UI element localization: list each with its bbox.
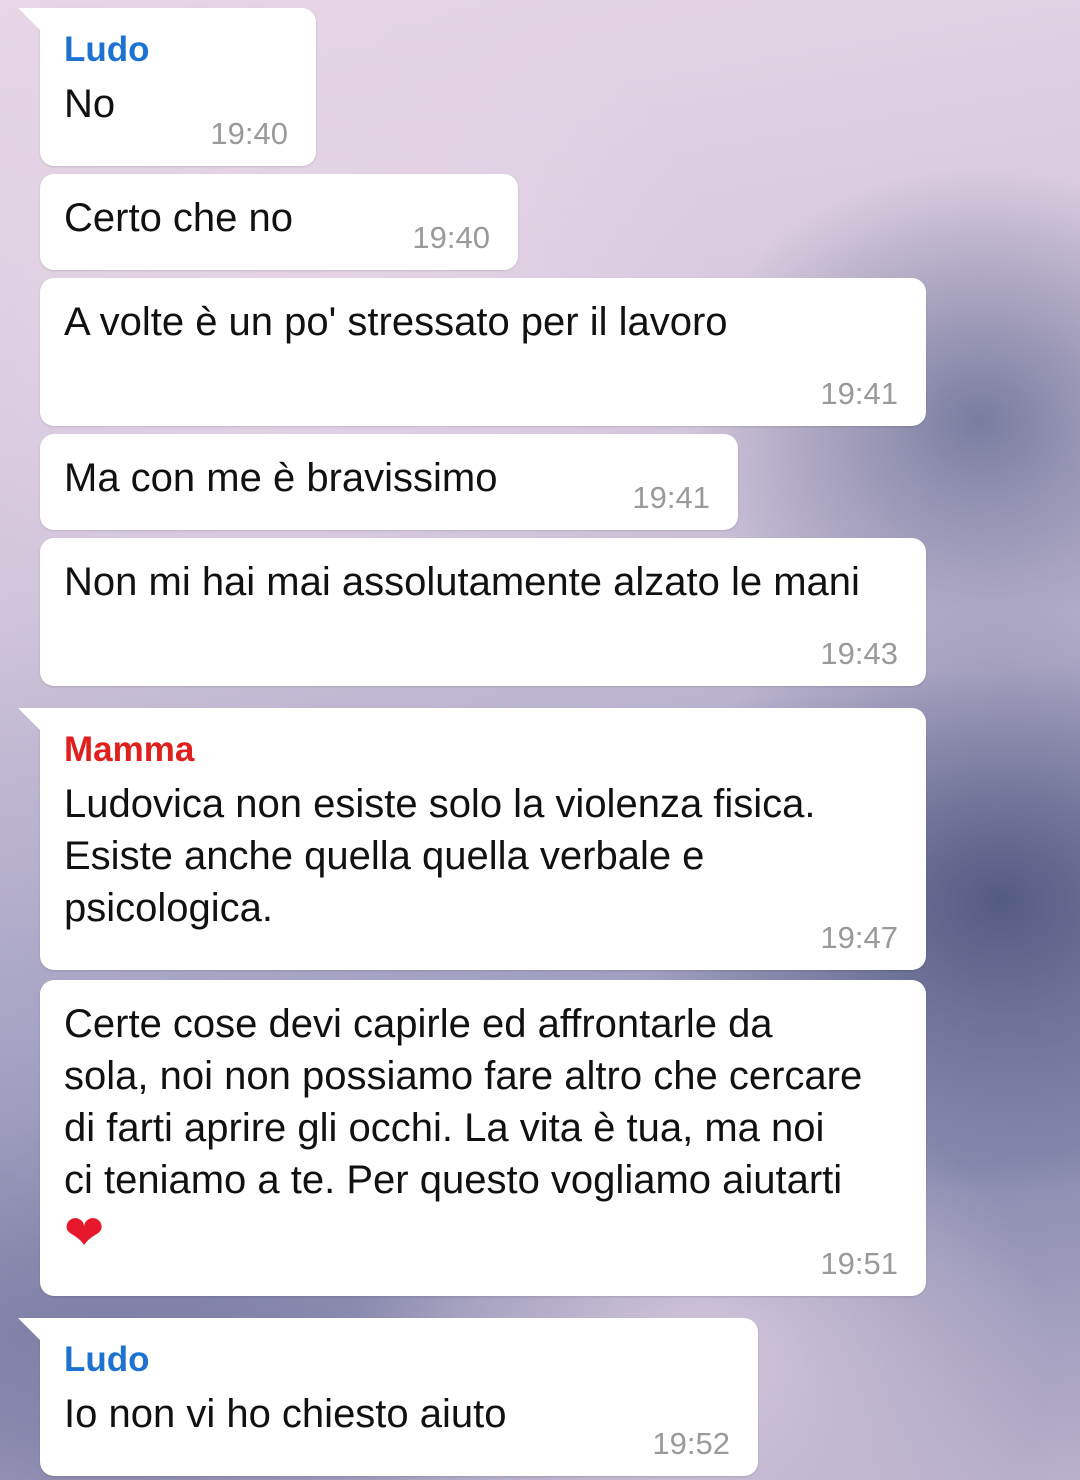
message-bubble[interactable]: Ludo No 19:40: [18, 8, 316, 166]
message-bubble[interactable]: A volte è un po' stressato per il lavoro…: [40, 278, 926, 426]
message-text: A volte è un po' stressato per il lavoro: [64, 300, 728, 344]
message-text: Certe cose devi capirle ed affrontarle d…: [64, 998, 864, 1258]
message-time: 19:40: [412, 220, 490, 255]
message-time: 19:40: [210, 116, 288, 151]
sender-name: Ludo: [64, 30, 150, 69]
message-text-content: Certe cose devi capirle ed affrontarle d…: [64, 1002, 863, 1202]
message-bubble[interactable]: Ludo Io non vi ho chiesto aiuto 19:52: [18, 1318, 758, 1476]
message-text: Non mi hai mai assolutamente alzato le m…: [64, 560, 860, 604]
message-time: 19:43: [820, 636, 898, 671]
message-time: 19:51: [820, 1246, 898, 1281]
message-text: Ma con me è bravissimo: [64, 456, 498, 500]
sender-name: Mamma: [64, 730, 195, 769]
message-text: Io non vi ho chiesto aiuto: [64, 1392, 507, 1436]
message-bubble[interactable]: Non mi hai mai assolutamente alzato le m…: [40, 538, 926, 686]
message-bubble[interactable]: Ma con me è bravissimo 19:41: [40, 434, 738, 530]
message-text: Ludovica non esiste solo la violenza fis…: [64, 782, 816, 930]
message-time: 19:52: [652, 1426, 730, 1461]
sender-name: Ludo: [64, 1340, 150, 1379]
message-bubble[interactable]: Certe cose devi capirle ed affrontarle d…: [40, 980, 926, 1296]
message-time: 19:41: [632, 480, 710, 515]
message-time: 19:41: [820, 376, 898, 411]
red-heart-icon: ❤: [64, 1207, 105, 1260]
message-time: 19:47: [820, 920, 898, 955]
message-bubble[interactable]: Mamma Ludovica non esiste solo la violen…: [18, 708, 926, 970]
message-bubble[interactable]: Certo che no 19:40: [40, 174, 518, 270]
